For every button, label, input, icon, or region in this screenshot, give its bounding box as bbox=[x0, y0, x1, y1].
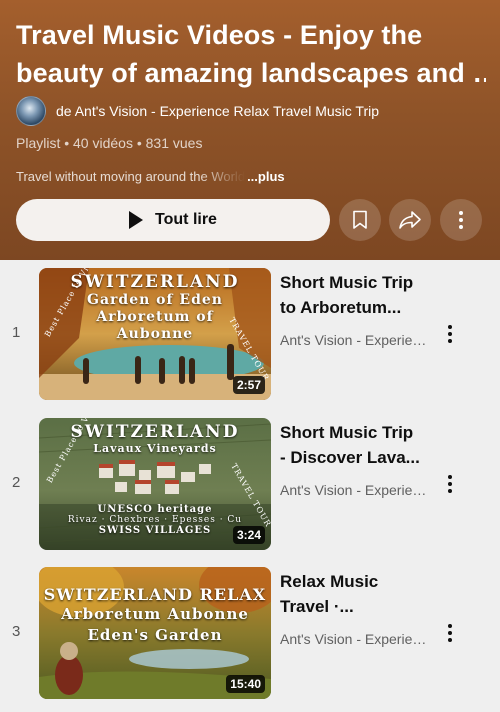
thumb-text-line: Rivaz · Chexbres · Epesses · Cu bbox=[67, 515, 243, 525]
video-title[interactable]: Relax Music Travel ·... bbox=[280, 569, 435, 619]
playlist-video-item[interactable]: 3 SWITZERLAND RELAX Arboretum Aubonne Ed… bbox=[0, 567, 500, 699]
more-vert-icon bbox=[448, 475, 452, 493]
thumbnail-text: SWITZERLAND RELAX Arboretum Aubonne Eden… bbox=[39, 581, 271, 646]
video-index: 2 bbox=[12, 474, 21, 491]
video-duration: 3:24 bbox=[232, 526, 265, 544]
video-thumbnail[interactable]: SWITZERLAND Garden of Eden Arboretum of … bbox=[39, 268, 271, 400]
video-title-line-2: - Discover Lava... bbox=[280, 448, 420, 467]
video-title-line-1: Short Music Trip bbox=[280, 423, 414, 442]
more-link[interactable]: ...plus bbox=[247, 169, 285, 184]
video-index: 1 bbox=[12, 324, 21, 341]
share-icon bbox=[399, 211, 421, 229]
video-title[interactable]: Short Music Trip to Arboretum... bbox=[280, 270, 435, 320]
play-all-button[interactable]: Tout lire bbox=[16, 199, 330, 241]
playlist-video-item[interactable]: 2 SWITZERLAND Lavaux Vineyards UNESCO he… bbox=[0, 418, 500, 550]
thumb-text-line: UNESCO heritage bbox=[97, 504, 213, 515]
play-all-label: Tout lire bbox=[155, 211, 217, 228]
description-text: Travel without moving around the World bbox=[16, 169, 246, 184]
thumb-text-line: Arboretum Aubonne bbox=[61, 605, 249, 623]
video-menu-button[interactable] bbox=[440, 621, 460, 645]
bookmark-icon bbox=[353, 210, 367, 229]
video-channel[interactable]: Ant's Vision - Experience Relax Travel M… bbox=[280, 631, 428, 647]
playlist-description[interactable]: Travel without moving around the World..… bbox=[16, 169, 285, 184]
video-menu-button[interactable] bbox=[440, 322, 460, 346]
playlist-title: Travel Music Videos - Enjoy the beauty o… bbox=[16, 16, 486, 92]
more-vert-icon bbox=[448, 624, 452, 642]
more-vert-icon bbox=[448, 325, 452, 343]
video-duration: 15:40 bbox=[226, 675, 265, 693]
thumb-text-country: SWITZERLAND RELAX bbox=[43, 585, 267, 604]
channel-avatar[interactable] bbox=[16, 96, 46, 126]
playlist-title-line-2: beauty of amazing landscapes and … bbox=[16, 58, 486, 88]
video-channel[interactable]: Ant's Vision - Experience Relax Travel M… bbox=[280, 332, 428, 348]
playlist-channel[interactable]: de Ant's Vision - Experience Relax Trave… bbox=[16, 96, 379, 126]
thumb-text-line: Eden's Garden bbox=[87, 626, 223, 644]
video-duration: 2:57 bbox=[232, 376, 265, 394]
playlist-menu-button[interactable] bbox=[440, 199, 482, 241]
channel-name[interactable]: de Ant's Vision - Experience Relax Trave… bbox=[56, 103, 379, 119]
playlist-title-line-1: Travel Music Videos - Enjoy the bbox=[16, 20, 423, 50]
video-title-line-1: Relax Music bbox=[280, 572, 379, 591]
video-title-line-1: Short Music Trip bbox=[280, 273, 414, 292]
more-vert-icon bbox=[459, 211, 463, 229]
save-playlist-button[interactable] bbox=[339, 199, 381, 241]
video-title-line-2: Travel ·... bbox=[280, 597, 354, 616]
playlist-header: Travel Music Videos - Enjoy the beauty o… bbox=[0, 0, 500, 260]
video-index: 3 bbox=[12, 623, 21, 640]
video-thumbnail[interactable]: SWITZERLAND Lavaux Vineyards UNESCO heri… bbox=[39, 418, 271, 550]
video-menu-button[interactable] bbox=[440, 472, 460, 496]
video-thumbnail[interactable]: SWITZERLAND RELAX Arboretum Aubonne Eden… bbox=[39, 567, 271, 699]
play-icon bbox=[129, 211, 144, 229]
video-channel[interactable]: Ant's Vision - Experience Relax Travel M… bbox=[280, 482, 428, 498]
share-playlist-button[interactable] bbox=[389, 199, 431, 241]
video-title[interactable]: Short Music Trip - Discover Lava... bbox=[280, 420, 435, 470]
playlist-meta: Playlist • 40 vidéos • 831 vues bbox=[16, 135, 203, 151]
playlist-video-item[interactable]: 1 SWITZERLAND Garden of Eden Arboretum o… bbox=[0, 268, 500, 400]
video-title-line-2: to Arboretum... bbox=[280, 298, 402, 317]
